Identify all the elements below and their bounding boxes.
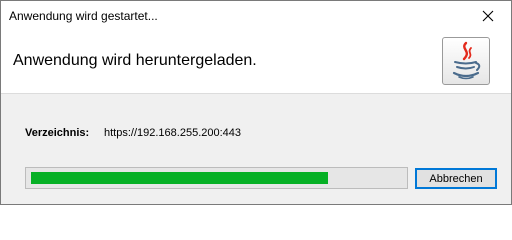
directory-value: https://192.168.255.200:443 — [104, 127, 242, 139]
dialog-window: Anwendung wird gestartet... Anwendung wi… — [0, 0, 512, 205]
progress-fill — [31, 172, 328, 184]
java-coffee-cup-icon — [452, 41, 481, 80]
page-title: Anwendung wird heruntergeladen. — [13, 52, 257, 69]
download-progress-bar — [25, 167, 408, 189]
dialog-header: Anwendung wird heruntergeladen. — [1, 31, 511, 94]
directory-label: Verzeichnis: — [25, 127, 90, 139]
close-button[interactable] — [465, 1, 511, 31]
title-bar: Anwendung wird gestartet... — [1, 1, 511, 31]
window-title: Anwendung wird gestartet... — [9, 9, 158, 23]
java-logo — [442, 37, 490, 85]
directory-row: Verzeichnis: https://192.168.255.200:443 — [25, 127, 241, 139]
close-icon — [482, 10, 494, 22]
cancel-button[interactable]: Abbrechen — [415, 168, 497, 189]
